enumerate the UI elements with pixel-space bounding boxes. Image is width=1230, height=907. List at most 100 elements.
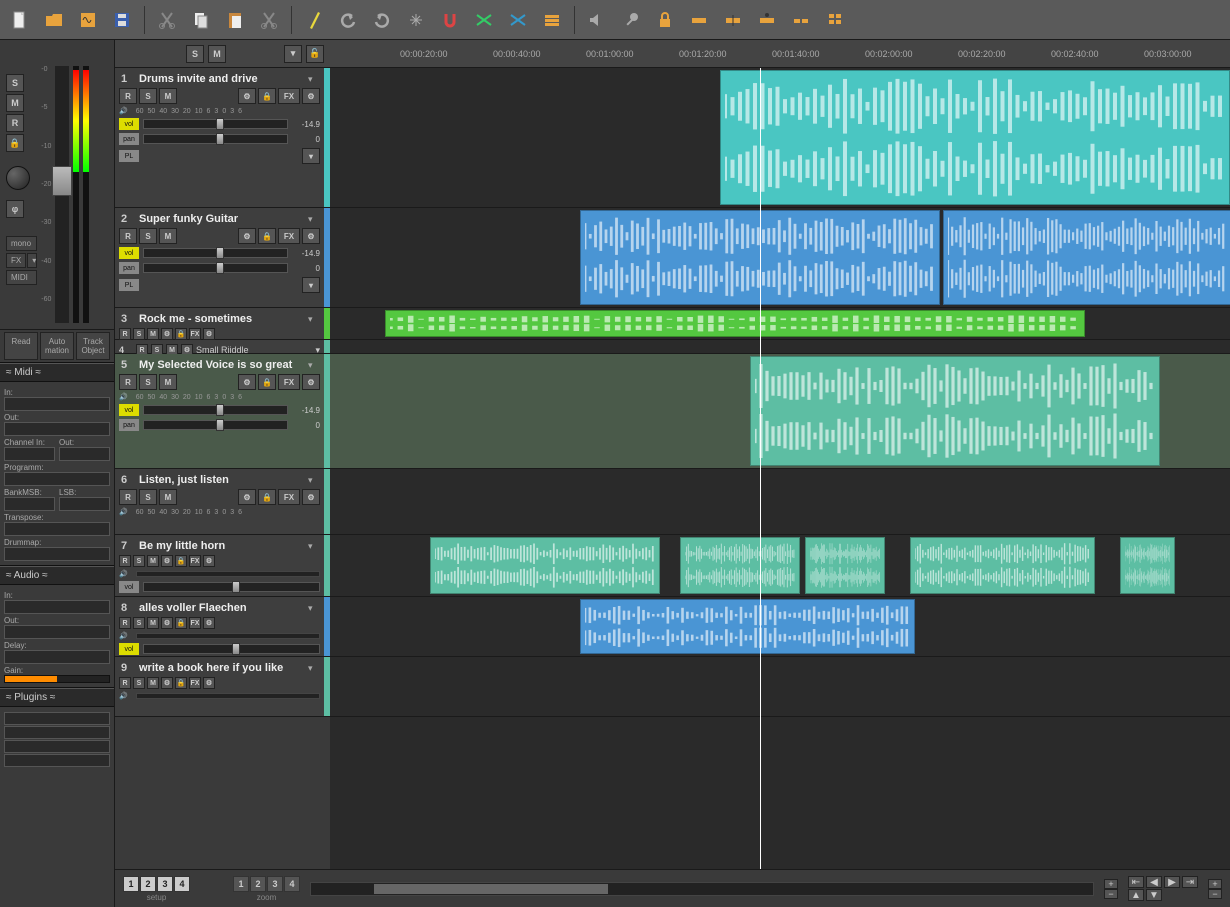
fx-button[interactable]: FX [6, 253, 26, 268]
cut-icon[interactable] [153, 6, 181, 34]
crossfade2-icon[interactable] [504, 6, 532, 34]
track-name[interactable]: Rock me - sometimes [139, 313, 304, 325]
mute-button[interactable]: M [159, 228, 177, 244]
nav-prev-button[interactable]: ◀ [1146, 876, 1162, 888]
programm-dropdown[interactable] [4, 472, 110, 486]
read-button[interactable]: Read [4, 332, 38, 360]
phase-button[interactable]: φ [6, 200, 24, 218]
gear-icon[interactable]: ⚙ [238, 88, 256, 104]
audio-clip[interactable] [910, 537, 1095, 594]
open-folder-icon[interactable] [40, 6, 68, 34]
fx-button[interactable]: FX [278, 88, 300, 104]
track-header[interactable]: 8alles voller Flaechen▾RSM⚙🔒FX⚙🔊vol [115, 597, 330, 657]
track-caret-icon[interactable]: ▾ [308, 663, 318, 674]
range3-icon[interactable] [753, 6, 781, 34]
track-lane[interactable] [330, 340, 1230, 354]
range2-icon[interactable] [719, 6, 747, 34]
track-header[interactable]: 6Listen, just listen▾RSM⚙🔒FX⚙🔊6050403020… [115, 469, 330, 535]
setup-preset-1[interactable]: 1 [123, 876, 139, 892]
bankmsb-dropdown[interactable] [4, 497, 55, 511]
audio-clip[interactable] [805, 537, 885, 594]
time-ruler[interactable]: 00:00:20:0000:00:40:0000:01:00:0000:01:2… [330, 40, 1230, 67]
track-header[interactable]: 7Be my little horn▾RSM⚙🔒FX⚙🔊vol [115, 535, 330, 597]
track-caret-icon[interactable]: ▾ [308, 475, 318, 486]
track-name[interactable]: Super funky Guitar [139, 213, 304, 225]
audio-clip[interactable] [580, 599, 915, 654]
fx-button[interactable]: FX [189, 328, 201, 340]
ruler-mute-button[interactable]: M [208, 45, 226, 63]
rec-button[interactable]: R [119, 228, 137, 244]
track-name[interactable]: Listen, just listen [139, 474, 304, 486]
audio-clip[interactable] [720, 70, 1230, 205]
pan-slider[interactable] [143, 263, 288, 273]
track-caret-icon[interactable]: ▾ [308, 314, 318, 325]
gear-icon[interactable]: ⚙ [238, 489, 256, 505]
track-lane[interactable] [330, 535, 1230, 597]
track-header[interactable]: 1Drums invite and drive▾RSM⚙🔒FX⚙🔊6050403… [115, 68, 330, 208]
rec-button[interactable]: R [119, 88, 137, 104]
setup-preset-3[interactable]: 3 [157, 876, 173, 892]
delay-dropdown[interactable] [4, 650, 110, 664]
gear-icon[interactable]: ⚙ [161, 677, 173, 689]
plugin-slot[interactable] [4, 712, 110, 725]
gear-icon[interactable]: ⚙ [161, 617, 173, 629]
plugin-icon[interactable]: ⚙ [203, 677, 215, 689]
solo-button[interactable]: S [133, 677, 145, 689]
nav-last-button[interactable]: ⇥ [1182, 876, 1198, 888]
audio-section-header[interactable]: ≈ Audio ≈ [0, 566, 114, 585]
lock-icon[interactable] [651, 6, 679, 34]
lock-icon[interactable]: 🔒 [258, 228, 276, 244]
fx-button[interactable]: FX [189, 617, 201, 629]
zoom-in-h-button[interactable]: + [1104, 879, 1118, 889]
automation-button[interactable]: Auto mation [40, 332, 74, 360]
vol-slider[interactable] [143, 248, 288, 258]
track-caret-icon[interactable]: ▾ [308, 541, 318, 552]
ruler-lock-button[interactable]: 🔓 [306, 45, 324, 63]
track-lane[interactable] [330, 68, 1230, 208]
plugin-icon[interactable]: ⚙ [302, 374, 320, 390]
track-caret-icon[interactable]: ▾ [308, 360, 318, 371]
ruler-solo-button[interactable]: S [186, 45, 204, 63]
lock-icon[interactable]: 🔒 [258, 374, 276, 390]
drummap-dropdown[interactable] [4, 547, 110, 561]
rec-button[interactable]: R [119, 328, 131, 340]
lsb-dropdown[interactable] [59, 497, 110, 511]
track-header[interactable]: 2Super funky Guitar▾RSM⚙🔒FX⚙vol-14.9pan0… [115, 208, 330, 308]
midi-section-header[interactable]: ≈ Midi ≈ [0, 363, 114, 382]
rec-button[interactable]: R [119, 677, 131, 689]
audio-clip[interactable] [680, 537, 800, 594]
fx-button[interactable]: FX [189, 677, 201, 689]
vol-slider[interactable] [143, 405, 288, 415]
plugin-icon[interactable]: ⚙ [203, 617, 215, 629]
plugin-slot[interactable] [4, 726, 110, 739]
solo-button[interactable]: S [139, 374, 157, 390]
copy-icon[interactable] [187, 6, 215, 34]
zoom-in-v-button[interactable]: + [1208, 879, 1222, 889]
gear-icon[interactable]: ⚙ [238, 228, 256, 244]
audio-clip[interactable] [385, 310, 1085, 337]
track-name[interactable]: Drums invite and drive [139, 73, 304, 85]
rec-button[interactable]: R [119, 489, 137, 505]
zoom-out-h-button[interactable]: − [1104, 889, 1118, 899]
nav-up-button[interactable]: ▲ [1128, 889, 1144, 901]
plugin-slot[interactable] [4, 754, 110, 767]
paste-icon[interactable] [221, 6, 249, 34]
plugin-icon[interactable]: ⚙ [302, 489, 320, 505]
plugin-icon[interactable]: ⚙ [302, 228, 320, 244]
plugin-icon[interactable]: ⚙ [203, 555, 215, 567]
channel-in-dropdown[interactable] [4, 447, 55, 461]
fx-caret[interactable]: ▾ [27, 253, 37, 268]
horizontal-scrollbar[interactable] [310, 882, 1094, 896]
track-lanes[interactable] [330, 68, 1230, 869]
track-object-button[interactable]: Track Object [76, 332, 110, 360]
audio-clip[interactable] [750, 356, 1160, 466]
plugin-icon[interactable]: ⚙ [203, 328, 215, 340]
master-mute-button[interactable]: M [6, 94, 24, 112]
mute-button[interactable]: M [147, 328, 159, 340]
gear-icon[interactable]: ⚙ [161, 328, 173, 340]
crossfade-icon[interactable] [470, 6, 498, 34]
snap-icon[interactable] [436, 6, 464, 34]
ruler-caret[interactable]: ▾ [284, 45, 302, 63]
rec-button[interactable]: R [119, 617, 131, 629]
fx-button[interactable]: FX [278, 374, 300, 390]
